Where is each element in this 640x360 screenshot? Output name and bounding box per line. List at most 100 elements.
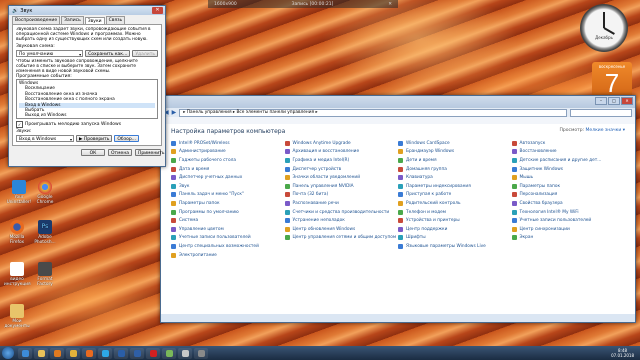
desktop-icon-format-factory[interactable]: Format Factory bbox=[32, 262, 58, 287]
taskbar-app-control-panel[interactable] bbox=[162, 347, 176, 359]
control-panel-item[interactable]: Программы по умолчанию bbox=[171, 208, 285, 217]
desktop-icon-firefox[interactable]: Mozilla Firefox bbox=[4, 220, 30, 245]
control-panel-item[interactable]: Центр поддержки bbox=[398, 225, 512, 234]
cancel-button[interactable]: Отмена bbox=[108, 149, 132, 156]
control-panel-item[interactable]: Брандмауэр Windows bbox=[398, 148, 512, 157]
clock-gadget[interactable]: Декабрь bbox=[580, 4, 628, 52]
control-panel-item[interactable]: Архивация и восстановление bbox=[284, 148, 399, 157]
test-button[interactable]: ▶ Проверить bbox=[76, 135, 113, 142]
events-list[interactable]: Windows Восклицание Восстановление окна … bbox=[16, 79, 158, 119]
forward-icon[interactable]: ▶ bbox=[172, 109, 177, 116]
desktop-icon-chrome[interactable]: Google Chrome bbox=[32, 180, 58, 205]
close-icon[interactable]: ✕ bbox=[152, 7, 163, 14]
minimize-icon[interactable]: – bbox=[595, 97, 607, 105]
taskbar-app-chrome[interactable] bbox=[66, 347, 80, 359]
control-panel-item[interactable]: Учетные записи пользователей bbox=[171, 234, 285, 243]
control-panel-item[interactable]: Центр специальных возможностей bbox=[171, 242, 285, 251]
control-panel-item[interactable]: Экран bbox=[511, 234, 626, 243]
ok-button[interactable]: ОК bbox=[81, 149, 105, 156]
control-panel-item[interactable]: Графика и медиа Intel(R) bbox=[284, 156, 399, 165]
control-panel-item[interactable]: Диспетчер учетных данных bbox=[171, 173, 285, 182]
taskbar-app-sound[interactable] bbox=[178, 347, 192, 359]
control-panel-item[interactable]: Windows Anytime Upgrade bbox=[284, 139, 399, 148]
control-panel-item[interactable]: Клавиатура bbox=[398, 173, 512, 182]
taskbar-app-word[interactable] bbox=[130, 347, 144, 359]
taskbar-app-ie[interactable] bbox=[18, 347, 32, 359]
control-panel-item[interactable]: Технология Intel® My WiFi bbox=[511, 208, 626, 217]
browse-button[interactable]: Обзор... bbox=[114, 135, 139, 142]
control-panel-item[interactable]: Родительский контроль bbox=[398, 199, 512, 208]
start-button[interactable] bbox=[2, 347, 14, 359]
view-value[interactable]: Мелкие значки ▾ bbox=[586, 128, 625, 133]
control-panel-item[interactable]: Дата и время bbox=[171, 165, 285, 174]
sound-select[interactable]: Вход в Windows ▾ bbox=[16, 135, 74, 142]
taskbar-app-media[interactable] bbox=[50, 347, 64, 359]
control-panel-item[interactable]: Почта (32 бита) bbox=[284, 191, 399, 200]
view-selector[interactable]: Просмотр: Мелкие значки ▾ bbox=[560, 128, 626, 135]
control-panel-item[interactable]: Параметры индексирования bbox=[398, 182, 512, 191]
control-panel-item[interactable]: Гаджеты рабочего стола bbox=[171, 156, 285, 165]
checkbox-checked-icon[interactable]: ✓ bbox=[16, 121, 23, 128]
control-panel-item[interactable]: Электропитание bbox=[171, 251, 285, 260]
control-panel-item[interactable]: Система bbox=[171, 216, 285, 225]
tab-playback[interactable]: Воспроизведение bbox=[12, 16, 61, 24]
control-panel-item[interactable]: Языковые параметры Windows Live bbox=[398, 242, 512, 251]
scheme-select[interactable]: По умолчанию ▾ bbox=[16, 50, 84, 57]
control-panel-item[interactable]: Персонализация bbox=[511, 191, 626, 200]
control-panel-item[interactable]: Значки области уведомлений bbox=[284, 173, 399, 182]
control-panel-item[interactable]: Шрифты bbox=[398, 234, 512, 243]
control-panel-item[interactable]: Диспетчер устройств bbox=[284, 165, 399, 174]
control-panel-item[interactable]: Счетчики и средства производительности bbox=[284, 208, 399, 217]
control-panel-item[interactable]: Windows CardSpace bbox=[398, 139, 512, 148]
control-panel-item[interactable]: Автозапуск bbox=[511, 139, 626, 148]
control-panel-item[interactable]: Дети и время bbox=[398, 156, 512, 165]
control-panel-item[interactable]: Распознавание речи bbox=[284, 199, 399, 208]
system-tray-clock[interactable]: 8:48 07.01.2018 bbox=[611, 348, 640, 358]
desktop-icon-uninstaller[interactable]: Your Uninstaller! bbox=[6, 180, 32, 205]
control-panel-item[interactable]: Телефон и модем bbox=[398, 208, 512, 217]
control-panel-item[interactable]: Детские расписания и другие дет... bbox=[511, 156, 626, 165]
control-panel-item[interactable]: Управление цветом bbox=[171, 225, 285, 234]
breadcrumb[interactable]: ▸ Панель управления ▸ Все элементы панел… bbox=[179, 108, 567, 117]
taskbar-app-firefox[interactable] bbox=[82, 347, 96, 359]
control-panel-item[interactable]: Параметры папок bbox=[511, 182, 626, 191]
control-panel-item[interactable]: Центр управления сетями и общим доступом bbox=[284, 234, 399, 243]
tab-recording[interactable]: Запись bbox=[61, 16, 84, 24]
control-panel-item[interactable]: Устранение неполадок bbox=[284, 216, 399, 225]
taskbar-app-opera[interactable] bbox=[146, 347, 160, 359]
control-panel-titlebar[interactable]: – □ ✕ bbox=[161, 96, 635, 108]
maximize-icon[interactable]: □ bbox=[608, 97, 620, 105]
taskbar-app-photoshop[interactable] bbox=[114, 347, 128, 359]
control-panel-item[interactable]: Приступая к работе bbox=[398, 191, 512, 200]
control-panel-item[interactable]: Администрирование bbox=[171, 148, 285, 157]
control-panel-item[interactable]: Домашняя группа bbox=[398, 165, 512, 174]
control-panel-item[interactable]: Звук bbox=[171, 182, 285, 191]
control-panel-item[interactable]: Intel® PROSet/Wireless bbox=[171, 139, 285, 148]
desktop-icon-video[interactable]: видео инструкция bbox=[4, 262, 31, 287]
taskbar-app-explorer[interactable] bbox=[34, 347, 48, 359]
list-item[interactable]: Выход из Windows bbox=[19, 113, 155, 118]
control-panel-item[interactable]: Центр синхронизации bbox=[511, 225, 626, 234]
control-panel-item[interactable]: Панель задач и меню "Пуск" bbox=[171, 191, 285, 200]
search-input[interactable] bbox=[570, 108, 632, 117]
desktop-icon-documents[interactable]: Мои документы bbox=[4, 304, 30, 329]
control-panel-item[interactable]: Устройства и принтеры bbox=[398, 216, 512, 225]
save-as-button[interactable]: Сохранить как... bbox=[85, 50, 131, 57]
control-panel-item[interactable]: Панель управления NVIDIA bbox=[284, 182, 399, 191]
control-panel-item[interactable]: Параметры папок bbox=[171, 199, 285, 208]
control-panel-item[interactable]: Центр обновления Windows bbox=[284, 225, 399, 234]
control-panel-item[interactable]: Свойства браузера bbox=[511, 199, 626, 208]
control-panel-item[interactable]: Мышь bbox=[511, 173, 626, 182]
taskbar-app-skype[interactable] bbox=[98, 347, 112, 359]
control-panel-item[interactable]: Защитник Windows bbox=[511, 165, 626, 174]
sound-dialog-titlebar[interactable]: 🔊 Звук ✕ bbox=[9, 6, 165, 15]
startup-sound-option[interactable]: ✓ Проигрывать мелодию запуска Windows bbox=[16, 121, 158, 128]
recording-close-icon[interactable]: ✕ bbox=[388, 2, 392, 7]
tab-communications[interactable]: Связь bbox=[105, 16, 126, 24]
close-icon[interactable]: ✕ bbox=[621, 97, 633, 105]
taskbar-app-recorder[interactable] bbox=[194, 347, 208, 359]
desktop-icon-photoshop[interactable]: Ps Adobe Photosh... bbox=[32, 220, 58, 245]
delete-button[interactable]: Удалить bbox=[132, 50, 158, 57]
control-panel-item[interactable]: Восстановление bbox=[511, 148, 626, 157]
apply-button[interactable]: Применить bbox=[135, 149, 164, 156]
